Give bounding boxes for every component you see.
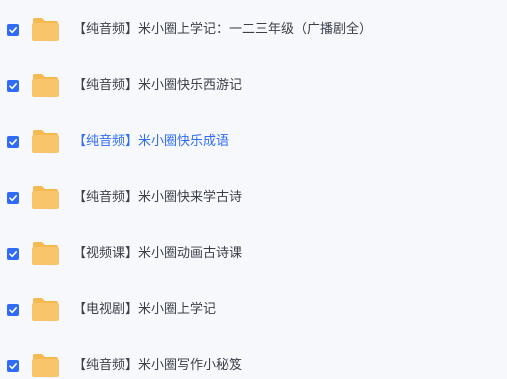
list-item[interactable]: 【纯音频】米小圈写作小秘笈 (0, 323, 507, 379)
checkbox-checked[interactable] (7, 192, 19, 204)
list-item[interactable]: 【纯音频】米小圈快来学古诗 (0, 170, 507, 226)
file-list: 【纯音频】米小圈上学记：一二三年级（广播剧全） 【纯音频】米小圈快乐西游记 【纯… (0, 0, 507, 379)
folder-icon (31, 353, 60, 378)
folder-name[interactable]: 【纯音频】米小圈快乐西游记 (73, 78, 242, 94)
checkbox-checked[interactable] (7, 136, 19, 148)
folder-icon (31, 17, 60, 42)
checkbox-checked[interactable] (7, 80, 19, 92)
folder-icon (31, 297, 60, 322)
folder-icon (31, 73, 60, 98)
folder-name[interactable]: 【视频课】米小圈动画古诗课 (73, 246, 242, 262)
checkbox-checked[interactable] (7, 360, 19, 372)
folder-icon (31, 241, 60, 266)
folder-name[interactable]: 【纯音频】米小圈快来学古诗 (73, 190, 242, 206)
checkbox-checked[interactable] (7, 304, 19, 316)
folder-icon (31, 185, 60, 210)
list-item[interactable]: 【视频课】米小圈动画古诗课 (0, 226, 507, 282)
list-item[interactable]: 【纯音频】米小圈快乐西游记 (0, 58, 507, 114)
checkbox-checked[interactable] (7, 248, 19, 260)
list-item[interactable]: 【纯音频】米小圈上学记：一二三年级（广播剧全） (0, 2, 507, 58)
folder-name[interactable]: 【纯音频】米小圈上学记：一二三年级（广播剧全） (73, 22, 372, 38)
folder-name[interactable]: 【纯音频】米小圈写作小秘笈 (73, 358, 242, 374)
folder-name-highlighted[interactable]: 【纯音频】米小圈快乐成语 (73, 134, 229, 150)
checkbox-checked[interactable] (7, 24, 19, 36)
list-item[interactable]: 【纯音频】米小圈快乐成语 (0, 114, 507, 170)
folder-icon (31, 129, 60, 154)
folder-name[interactable]: 【电视剧】米小圈上学记 (73, 302, 216, 318)
